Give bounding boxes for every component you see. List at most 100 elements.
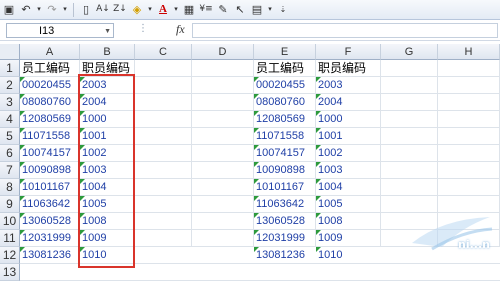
chevron-down-icon[interactable]: ▼ xyxy=(104,24,111,39)
cell-f12[interactable]: 1010 xyxy=(316,247,381,264)
cell-e6[interactable]: 10074157 xyxy=(254,145,316,162)
fill-color-icon[interactable]: ◈ xyxy=(130,3,144,17)
paste-icon[interactable]: ▤ xyxy=(250,3,264,17)
cell-f7[interactable]: 1003 xyxy=(316,162,381,179)
cell-f2[interactable]: 2003 xyxy=(316,77,381,94)
cell-value: 13060528 xyxy=(256,215,305,227)
row-header-13[interactable]: 13 xyxy=(0,264,20,281)
error-indicator-icon xyxy=(254,162,259,167)
row-header-12[interactable]: 12 xyxy=(0,247,20,264)
cell-a3[interactable]: 08080760 xyxy=(20,94,80,111)
cell-a6[interactable]: 10074157 xyxy=(20,145,80,162)
cell-a9[interactable]: 11063642 xyxy=(20,196,80,213)
cell-f5[interactable]: 1001 xyxy=(316,128,381,145)
watermark-text: ni...n xyxy=(458,238,490,251)
cell-a11[interactable]: 12031999 xyxy=(20,230,80,247)
merge-icon[interactable]: ¥≡ xyxy=(199,3,213,17)
row-header-10[interactable]: 10 xyxy=(0,213,20,230)
cell-value: 2004 xyxy=(318,96,343,108)
error-indicator-icon xyxy=(316,128,321,133)
new-document-icon[interactable]: ▯ xyxy=(79,3,93,17)
column-header-h[interactable]: H xyxy=(438,44,500,60)
cell-a10[interactable]: 13060528 xyxy=(20,213,80,230)
sort-descending-icon[interactable]: Z↓ xyxy=(113,3,127,17)
cell-e1[interactable]: 员工编码 xyxy=(254,60,316,77)
error-indicator-icon xyxy=(254,145,259,150)
row-header-7[interactable]: 7 xyxy=(0,162,20,179)
cell-e5[interactable]: 11071558 xyxy=(254,128,316,145)
cell-e3[interactable]: 08080760 xyxy=(254,94,316,111)
column-header-c[interactable]: C xyxy=(135,44,192,60)
column-header-e[interactable]: E xyxy=(254,44,316,60)
cell-e7[interactable]: 10090898 xyxy=(254,162,316,179)
grip-icon: ⋮ xyxy=(138,23,148,34)
select-all-button[interactable] xyxy=(0,44,20,60)
borders-icon[interactable]: ▦ xyxy=(182,3,196,17)
cell-e12[interactable]: 13081236 xyxy=(254,247,316,264)
error-indicator-icon xyxy=(254,179,259,184)
error-indicator-icon xyxy=(316,247,321,252)
row-header-1[interactable]: 1 xyxy=(0,60,20,77)
cell-f11[interactable]: 1009 xyxy=(316,230,381,247)
cell-f3[interactable]: 2004 xyxy=(316,94,381,111)
cell-f8[interactable]: 1004 xyxy=(316,179,381,196)
cursor-icon[interactable]: ↖ xyxy=(233,3,247,17)
cell-e10[interactable]: 13060528 xyxy=(254,213,316,230)
cell-a2[interactable]: 00020455 xyxy=(20,77,80,94)
formula-input[interactable] xyxy=(192,23,498,38)
column-header-a[interactable]: A xyxy=(20,44,80,60)
save-icon[interactable]: ▣ xyxy=(2,3,16,17)
font-color-icon[interactable]: A xyxy=(156,3,170,17)
cell-f10[interactable]: 1008 xyxy=(316,213,381,230)
cell-f9[interactable]: 1005 xyxy=(316,196,381,213)
cell-value: 12031999 xyxy=(256,232,305,244)
undo-icon[interactable]: ↶ xyxy=(19,3,33,17)
cell-a5[interactable]: 11071558 xyxy=(20,128,80,145)
column-header-d[interactable]: D xyxy=(192,44,254,60)
error-indicator-icon xyxy=(316,179,321,184)
insert-function-button[interactable]: fx xyxy=(176,22,185,37)
error-indicator-icon xyxy=(254,94,259,99)
cell-f4[interactable]: 1000 xyxy=(316,111,381,128)
redo-icon[interactable]: ↷ xyxy=(45,3,59,17)
chevron-down-icon[interactable]: ▾ xyxy=(173,3,179,17)
cell-e4[interactable]: 12080569 xyxy=(254,111,316,128)
cell-value: 13060528 xyxy=(22,215,71,227)
chevron-down-icon[interactable]: ▾ xyxy=(147,3,153,17)
chevron-down-icon[interactable]: ▾ xyxy=(36,3,42,17)
error-indicator-icon xyxy=(20,111,25,116)
row-header-2[interactable]: 2 xyxy=(0,77,20,94)
row-header-5[interactable]: 5 xyxy=(0,128,20,145)
cell-value: 12031999 xyxy=(22,232,71,244)
cell-e11[interactable]: 12031999 xyxy=(254,230,316,247)
error-indicator-icon xyxy=(20,145,25,150)
cell-value: 1004 xyxy=(318,181,343,193)
cell-a12[interactable]: 13081236 xyxy=(20,247,80,264)
cell-e9[interactable]: 11063642 xyxy=(254,196,316,213)
row-header-8[interactable]: 8 xyxy=(0,179,20,196)
row-header-9[interactable]: 9 xyxy=(0,196,20,213)
chevron-down-icon[interactable]: ▾ xyxy=(62,3,68,17)
column-header-b[interactable]: B xyxy=(80,44,135,60)
more-icon[interactable]: ⇣ xyxy=(276,3,290,17)
column-header-f[interactable]: F xyxy=(316,44,381,60)
column-header-g[interactable]: G xyxy=(381,44,438,60)
name-box[interactable]: I13 ▼ xyxy=(6,23,114,38)
cell-e8[interactable]: 10101167 xyxy=(254,179,316,196)
cell-e2[interactable]: 00020455 xyxy=(254,77,316,94)
error-indicator-icon xyxy=(254,230,259,235)
cell-a1[interactable]: 员工编码 xyxy=(20,60,80,77)
row-header-11[interactable]: 11 xyxy=(0,230,20,247)
cell-a8[interactable]: 10101167 xyxy=(20,179,80,196)
chevron-down-icon[interactable]: ▾ xyxy=(267,3,273,17)
cell-f1[interactable]: 职员编码 xyxy=(316,60,381,77)
sort-ascending-icon[interactable]: A↓ xyxy=(96,3,110,17)
row-header-3[interactable]: 3 xyxy=(0,94,20,111)
format-painter-icon[interactable]: ✎ xyxy=(216,3,230,17)
error-indicator-icon xyxy=(20,94,25,99)
row-header-4[interactable]: 4 xyxy=(0,111,20,128)
row-header-6[interactable]: 6 xyxy=(0,145,20,162)
cell-f6[interactable]: 1002 xyxy=(316,145,381,162)
cell-a4[interactable]: 12080569 xyxy=(20,111,80,128)
cell-a7[interactable]: 10090898 xyxy=(20,162,80,179)
